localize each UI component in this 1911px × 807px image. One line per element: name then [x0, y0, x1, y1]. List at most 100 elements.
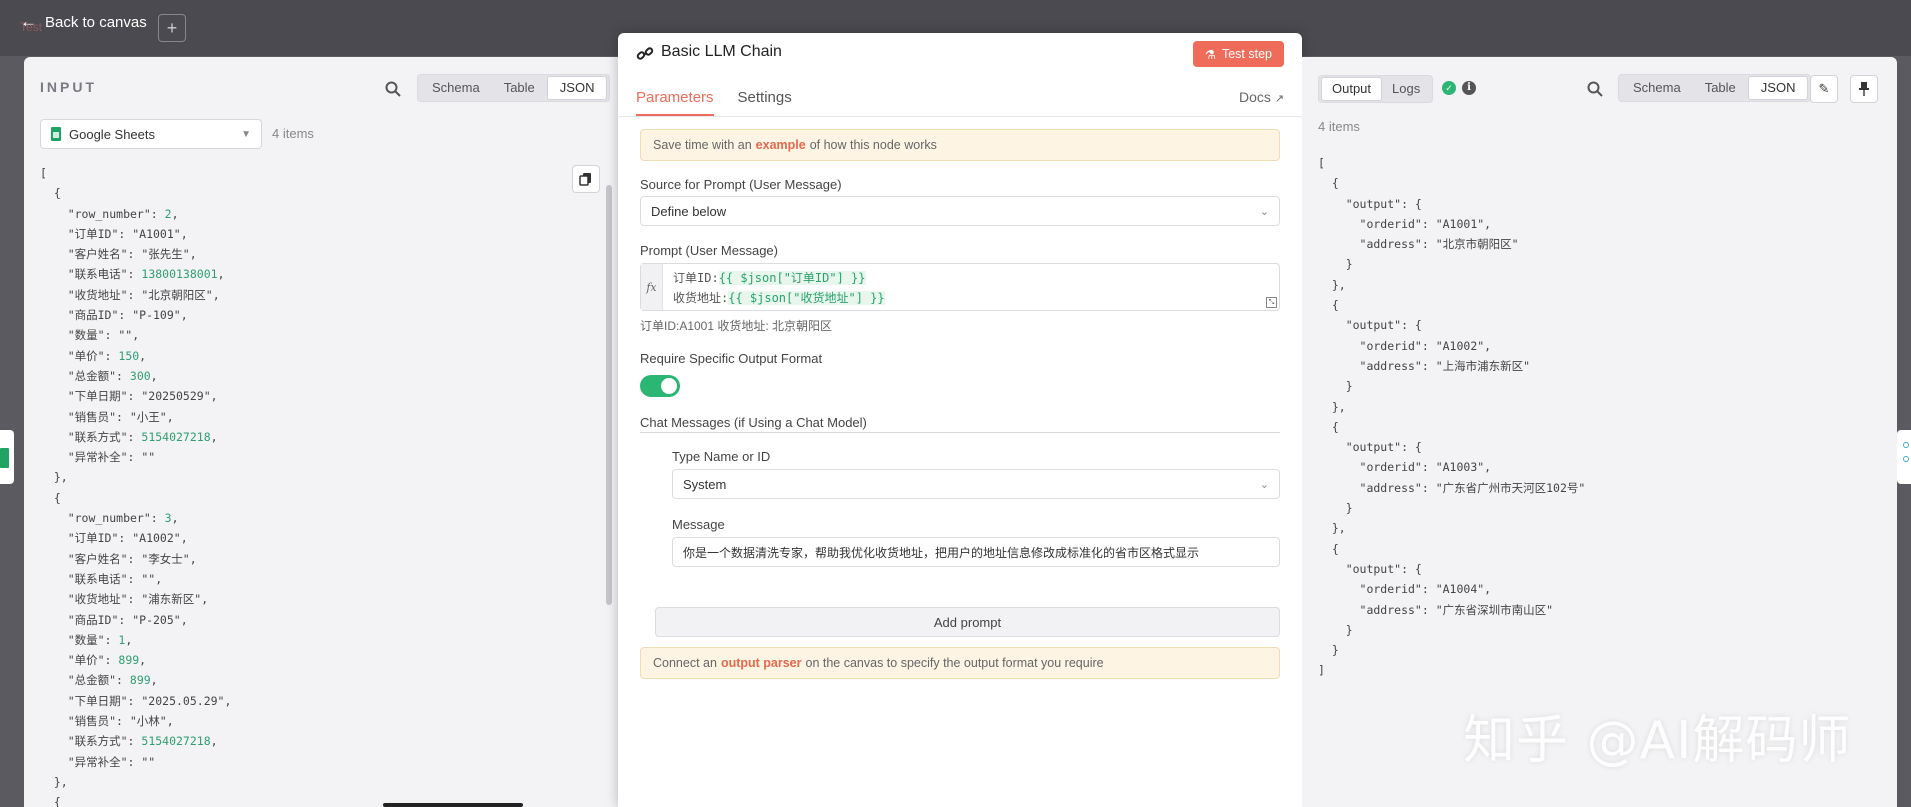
tab-schema[interactable]: Schema	[1621, 77, 1693, 99]
info-icon[interactable]: i	[1462, 81, 1476, 95]
source-prompt-value: Define below	[651, 203, 727, 219]
json-line: "收货地址": "北京朝阳区",	[40, 287, 220, 302]
json-line: },	[1318, 277, 1346, 292]
json-line: "联系电话": "",	[40, 571, 163, 586]
google-sheets-icon	[0, 448, 9, 468]
input-panel: INPUT Schema Table JSON Google Sheets ▼ …	[24, 57, 618, 807]
json-line: },	[40, 470, 68, 485]
flask-icon: ⚗	[1204, 47, 1216, 62]
pin-data-button[interactable]	[1850, 75, 1878, 103]
add-node-button[interactable]: +	[158, 14, 186, 42]
toggle-knob	[661, 378, 677, 394]
add-prompt-button[interactable]: Add prompt	[655, 607, 1280, 637]
input-node-stub[interactable]	[0, 430, 14, 484]
connector-dot-icon	[1903, 442, 1909, 448]
tab-settings[interactable]: Settings	[738, 89, 792, 116]
json-line: "orderid": "A1001",	[1318, 216, 1492, 231]
tab-logs[interactable]: Logs	[1382, 78, 1430, 100]
search-icon[interactable]	[1587, 81, 1603, 97]
json-line: },	[1318, 399, 1346, 414]
json-line: }	[1318, 501, 1353, 516]
bottom-indicator	[383, 803, 523, 807]
tab-table[interactable]: Table	[1693, 77, 1748, 99]
pin-icon	[1859, 82, 1869, 96]
copy-button[interactable]	[572, 165, 600, 193]
message-input[interactable]: 你是一个数据清洗专家，帮助我优化收货地址，把用户的地址信息修改成标准化的省市区格…	[672, 537, 1280, 567]
chat-messages-label: Chat Messages (if Using a Chat Model)	[640, 415, 867, 430]
notice-text: Connect an	[653, 656, 717, 670]
external-link-icon: ↗	[1274, 93, 1284, 105]
json-line: "output": {	[1318, 196, 1422, 211]
tab-parameters[interactable]: Parameters	[636, 89, 714, 116]
json-line: "output": {	[1318, 440, 1422, 455]
json-line: }	[1318, 622, 1353, 637]
json-line: "orderid": "A1002",	[1318, 338, 1492, 353]
require-format-toggle[interactable]	[640, 375, 680, 397]
prompt-text: 订单ID:	[673, 271, 719, 285]
docs-label: Docs	[1238, 89, 1271, 105]
expression-fx-icon: fx	[641, 264, 663, 310]
watermark: 知乎 @AI解码师	[1463, 711, 1852, 771]
notice-text: on the canvas to specify the output form…	[805, 656, 1104, 670]
prompt-expression: {{ $json["订单ID"] }}	[718, 271, 866, 285]
json-line: [	[1318, 156, 1325, 170]
prompt-expression: {{ $json["收货地址"] }}	[728, 291, 885, 305]
test-step-button[interactable]: ⚗ Test step	[1192, 41, 1284, 67]
json-line: "output": {	[1318, 318, 1422, 333]
tab-output[interactable]: Output	[1321, 77, 1383, 101]
tab-table[interactable]: Table	[492, 77, 547, 99]
prompt-input[interactable]: fx 订单ID:{{ $json["订单ID"] }} 收货地址:{{ $jso…	[640, 263, 1280, 311]
back-to-canvas-link[interactable]: ← Back to canvas	[20, 12, 147, 32]
edit-output-button[interactable]: ✎	[1810, 75, 1838, 103]
section-divider	[640, 432, 1280, 433]
json-line: "数量": "",	[40, 328, 140, 343]
json-line: {	[40, 490, 61, 505]
json-line: }	[1318, 379, 1353, 394]
json-line: }	[1318, 257, 1353, 272]
input-source-select[interactable]: Google Sheets ▼	[40, 119, 262, 149]
json-line: "商品ID": "P-205",	[40, 612, 188, 627]
json-line: "销售员": "小林",	[40, 714, 174, 729]
json-line: "客户姓名": "张先生",	[40, 247, 197, 262]
json-line: "客户姓名": "李女士",	[40, 551, 197, 566]
node-title: Basic LLM Chain	[661, 43, 782, 60]
json-line: }	[1318, 643, 1339, 658]
json-line: "output": {	[1318, 561, 1422, 576]
type-name-value: System	[683, 476, 727, 492]
json-line: "address": "广东省广州市天河区102号"	[1318, 480, 1586, 495]
notice-text: Save time with an	[653, 138, 752, 152]
check-circle-icon: ✓	[1442, 81, 1456, 95]
input-scrollbar[interactable]	[606, 185, 612, 605]
output-json-view: [ { "output": { "orderid": "A1001", "add…	[1318, 153, 1585, 681]
json-line: "商品ID": "P-109",	[40, 308, 188, 323]
search-icon[interactable]	[385, 81, 401, 97]
node-settings-panel: Basic LLM Chain ⚗ Test step Parameters S…	[618, 33, 1302, 807]
json-line: "联系方式": 5154027218,	[40, 429, 218, 444]
tabs-divider	[618, 116, 1302, 117]
json-line: [	[40, 166, 47, 180]
type-name-select[interactable]: System ⌄	[672, 469, 1280, 499]
output-view-tabs: Schema Table JSON	[1618, 74, 1812, 102]
tab-schema[interactable]: Schema	[420, 77, 492, 99]
output-node-stub[interactable]	[1897, 430, 1911, 484]
tab-json[interactable]: JSON	[546, 76, 608, 100]
json-line: "总金额": 300,	[40, 368, 158, 383]
expand-editor-icon[interactable]: ⤡	[1266, 297, 1277, 308]
google-sheets-icon	[51, 127, 61, 141]
json-line: "总金额": 899,	[40, 673, 158, 688]
tab-json[interactable]: JSON	[1747, 76, 1809, 100]
back-to-canvas-label: Back to canvas	[45, 13, 147, 31]
input-source-label: Google Sheets	[69, 126, 156, 142]
source-prompt-select[interactable]: Define below ⌄	[640, 196, 1280, 226]
output-parser-link[interactable]: output parser	[721, 656, 802, 670]
message-label: Message	[672, 517, 725, 532]
json-line: "订单ID": "A1001",	[40, 226, 188, 241]
docs-link[interactable]: Docs ↗	[1239, 89, 1284, 105]
json-line: "异常补全": ""	[40, 754, 156, 769]
example-link[interactable]: example	[756, 138, 806, 152]
source-prompt-label: Source for Prompt (User Message)	[640, 177, 842, 192]
json-line: "联系方式": 5154027218,	[40, 734, 218, 749]
json-line: "下单日期": "2025.05.29",	[40, 693, 232, 708]
back-arrow-icon: ←	[20, 12, 37, 31]
output-tabs: Output Logs	[1318, 75, 1434, 103]
